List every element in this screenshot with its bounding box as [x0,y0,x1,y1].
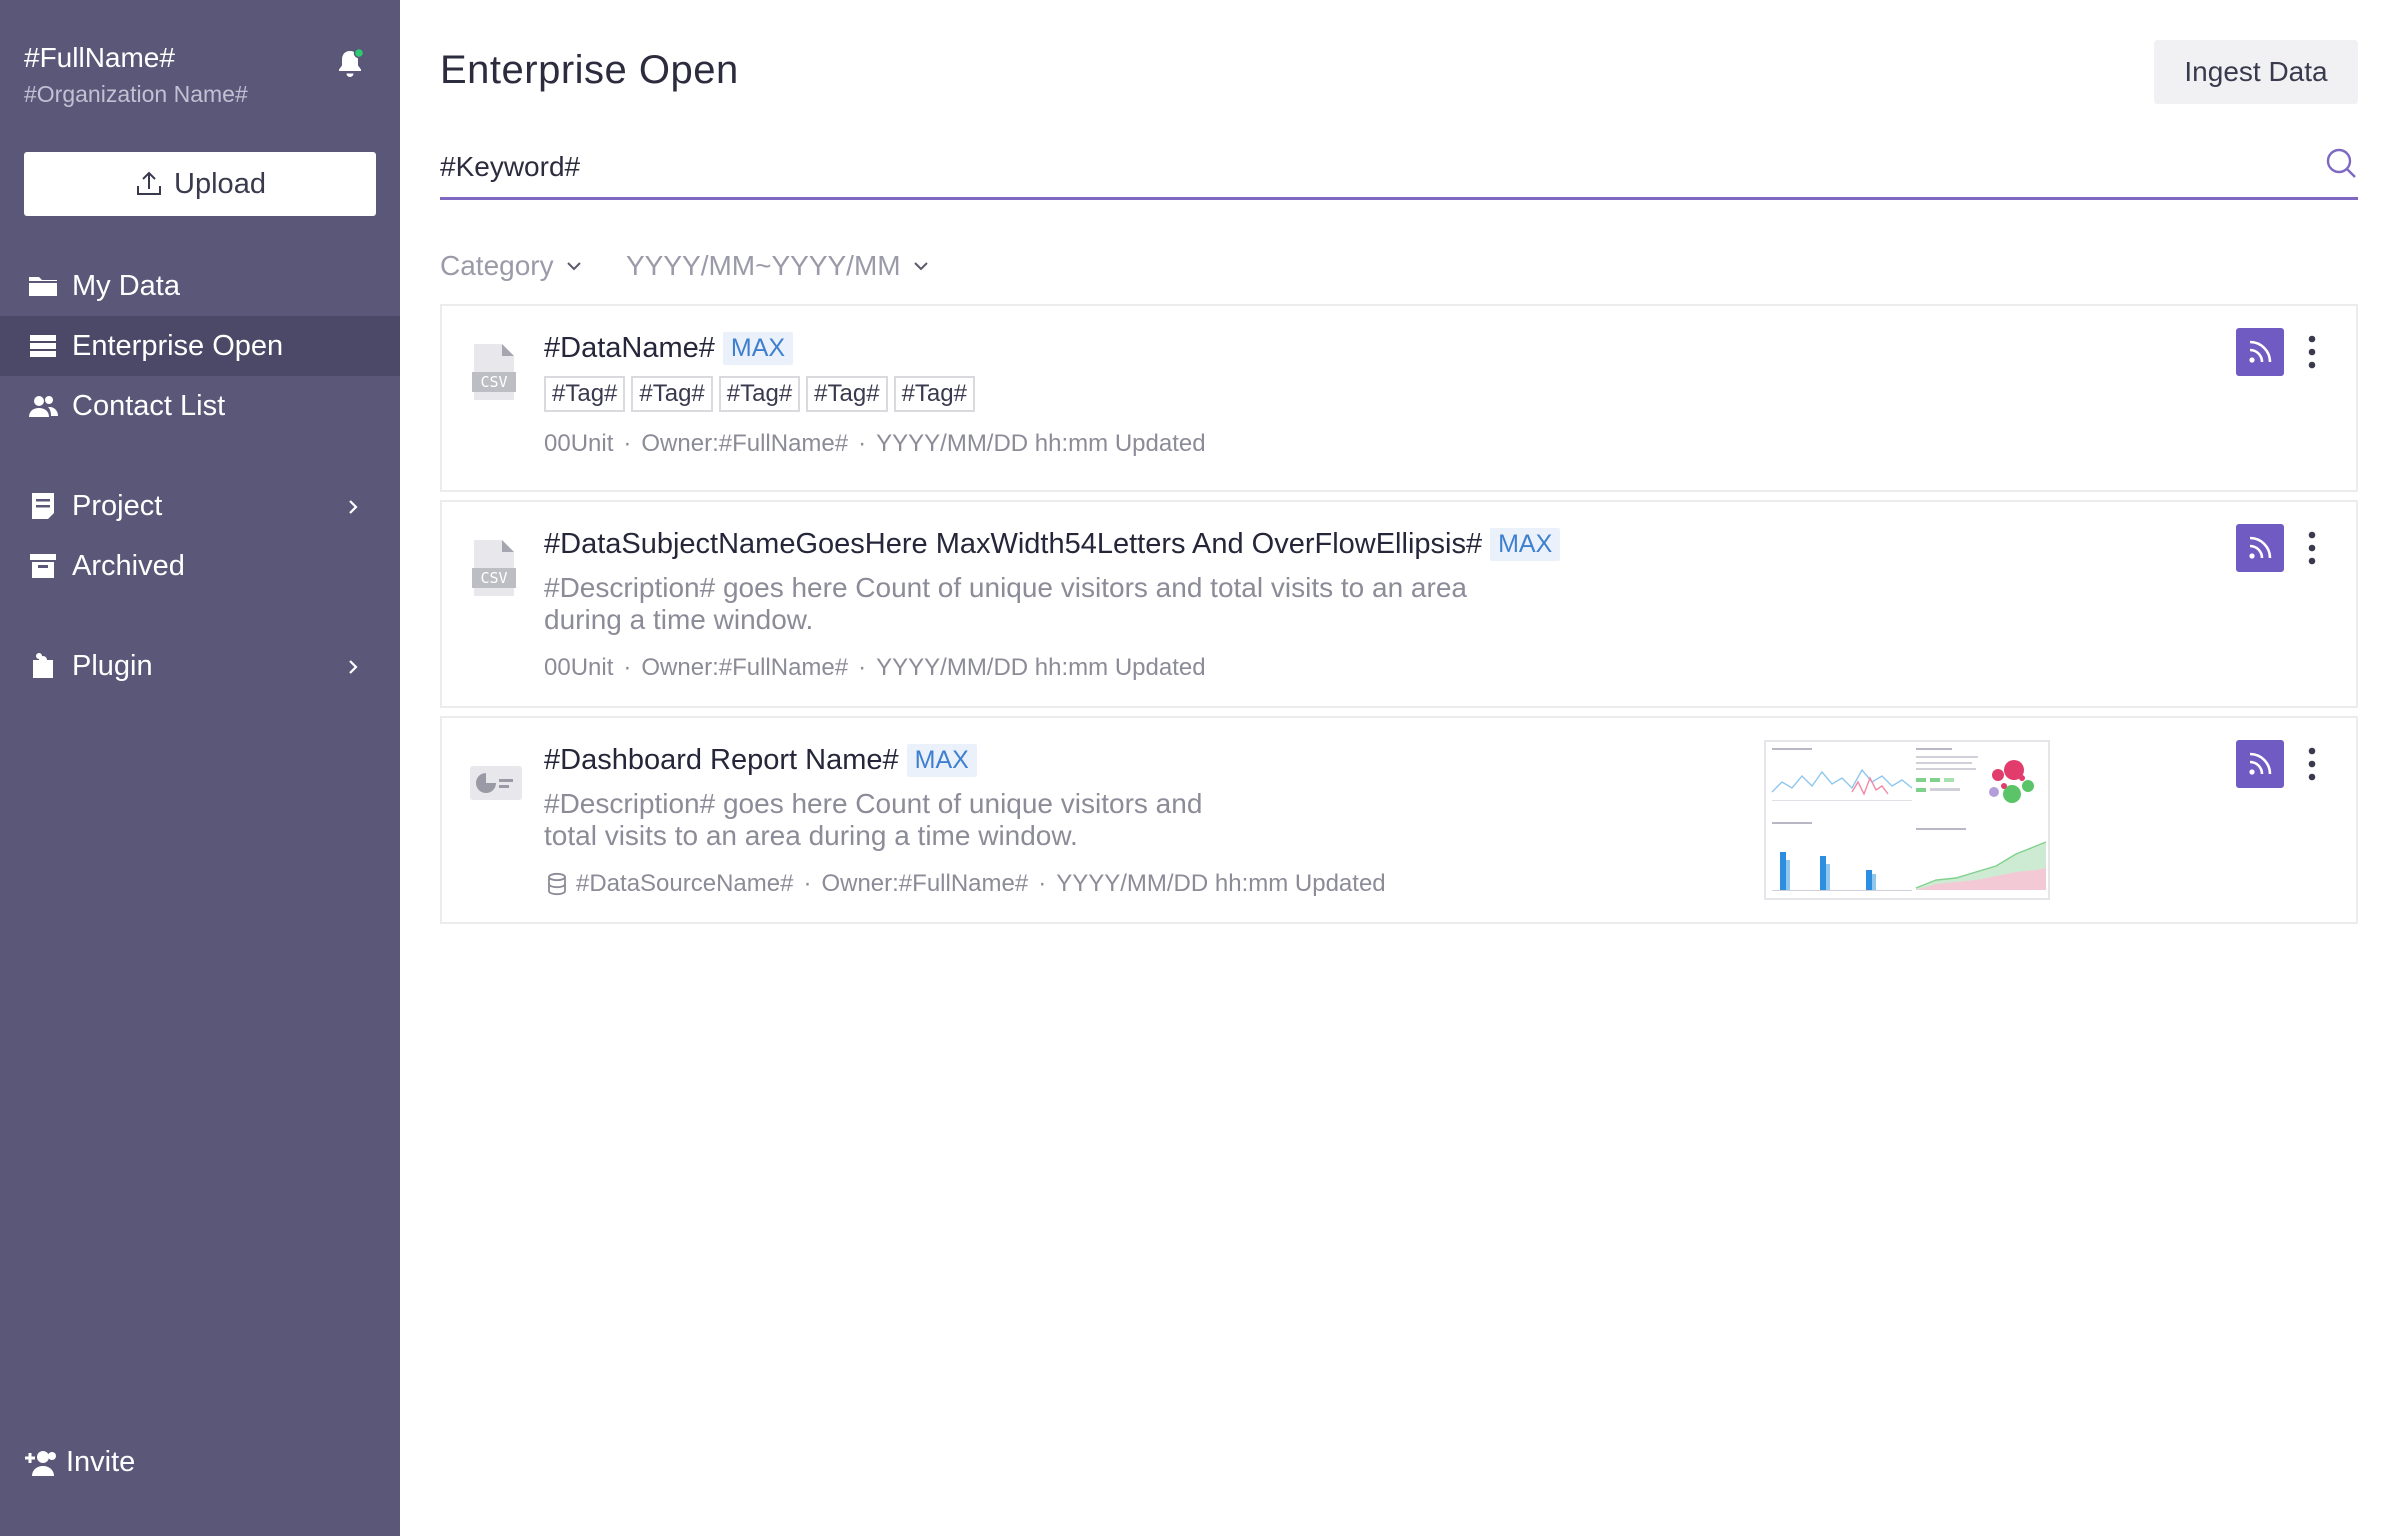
page-title: Enterprise Open [440,48,739,92]
upload-button[interactable]: Upload [24,152,376,216]
max-badge: MAX [906,744,977,777]
sidebar-item-my-data[interactable]: My Data [0,256,400,316]
item-description-line: #Description# goes here Count of unique … [544,788,1203,819]
upload-icon [137,171,162,195]
sidebar-item-label: Plugin [72,649,153,682]
sidebar-item-label: Archived [72,549,185,582]
rss-icon [2249,536,2272,559]
item-updated: YYYY/MM/DD hh:mm Updated [876,654,1206,681]
chevron-down-icon [566,262,581,271]
notification-bell-icon[interactable] [333,46,367,80]
item-meta: 00Unit · Owner:#FullName# · YYYY/MM/DD h… [544,430,1206,457]
item-title[interactable]: #Dashboard Report Name# [544,744,899,777]
item-meta: 00Unit · Owner:#FullName# · YYYY/MM/DD h… [544,654,1206,681]
item-owner: Owner:#FullName# [641,430,849,457]
sidebar-item-archived[interactable]: Archived [0,536,400,596]
category-filter[interactable]: Category [440,250,584,282]
add-person-icon [25,1450,56,1476]
item-updated: YYYY/MM/DD hh:mm Updated [1056,870,1386,897]
sidebar-item-enterprise-open[interactable]: Enterprise Open [0,316,400,376]
list-icon [26,329,60,363]
contacts-icon [26,389,60,423]
ingest-data-button[interactable]: Ingest Data [2154,40,2358,104]
item-title[interactable]: #DataSubjectNameGoesHere MaxWidth54Lette… [544,528,1482,561]
chevron-down-icon [913,262,928,271]
sidebar-item-plugin[interactable]: Plugin [0,636,400,696]
subscribe-button[interactable] [2236,524,2284,572]
sidebar-item-label: Contact List [72,389,226,422]
sidebar-item-label: Enterprise Open [72,329,284,362]
date-range-filter-label: YYYY/MM~YYYY/MM [626,250,901,281]
item-updated: YYYY/MM/DD hh:mm Updated [876,430,1206,457]
max-badge: MAX [1490,528,1561,561]
invite-button[interactable]: Invite [22,1446,135,1479]
item-title[interactable]: #DataName# [544,332,715,365]
file-type-label: CSV [480,373,507,391]
sidebar-item-project[interactable]: Project [0,476,400,536]
sidebar-item-label: My Data [72,269,180,302]
item-meta: #DataSourceName# · Owner:#FullName# · YY… [544,870,1386,898]
item-description: #Description# goes here Count of unique … [544,788,1202,852]
more-options-icon[interactable] [2300,744,2324,784]
item-owner: Owner:#FullName# [641,654,849,681]
item-description-line: total visits to an area during a time wi… [544,820,1078,851]
puzzle-icon [26,649,60,683]
upload-label: Upload [174,167,266,200]
max-badge: MAX [722,332,794,365]
list-item[interactable]: #Dashboard Report Name# MAX #Description… [440,716,2358,924]
tag[interactable]: #Tag# [544,376,626,412]
more-options-icon[interactable] [2300,332,2324,372]
sidebar-item-label: Project [72,489,163,522]
tag[interactable]: #Tag# [631,376,713,412]
rss-icon [2249,340,2272,363]
tag[interactable]: #Tag# [893,376,975,412]
organization-name: #Organization Name# [24,81,248,107]
search-bar [440,136,2358,200]
chevron-right-icon [342,494,364,518]
dashboard-icon [468,752,524,812]
document-icon [26,489,60,523]
invite-label: Invite [66,1446,136,1478]
item-description-line: during a time window. [544,604,814,635]
tag[interactable]: #Tag# [806,376,888,412]
sidebar: #FullName# #Organization Name# Upload My… [0,0,400,1536]
file-type-label: CSV [480,569,507,587]
more-options-icon[interactable] [2300,528,2324,568]
csv-file-icon: CSV [470,538,518,598]
folder-icon [26,269,60,303]
search-icon[interactable] [2324,146,2358,180]
dashboard-thumbnail[interactable] [1764,740,2050,900]
category-filter-label: Category [440,250,554,281]
date-range-filter[interactable]: YYYY/MM~YYYY/MM [626,250,931,282]
item-units: 00Unit [544,430,614,457]
item-description: #Description# goes here Count of unique … [544,572,1467,636]
archive-icon [26,549,60,583]
subscribe-button[interactable] [2236,740,2284,788]
item-data-source: #DataSourceName# [576,870,794,897]
subscribe-button[interactable] [2236,328,2284,376]
chevron-right-icon [342,654,364,678]
list-item[interactable]: CSV #DataName# MAX #Tag# #Tag# #Tag# #Ta… [440,304,2358,492]
tag[interactable]: #Tag# [718,376,801,412]
search-input[interactable] [440,140,2280,194]
csv-file-icon: CSV [470,342,518,402]
rss-icon [2249,752,2272,775]
sidebar-item-contact-list[interactable]: Contact List [0,376,400,436]
item-description-line: #Description# goes here Count of unique … [544,572,1467,603]
list-item[interactable]: CSV #DataSubjectNameGoesHere MaxWidth54L… [440,500,2358,708]
database-icon [548,872,566,896]
item-owner: Owner:#FullName# [821,870,1029,897]
item-units: 00Unit [544,654,614,681]
tag-list: #Tag# #Tag# #Tag# #Tag# #Tag# [544,376,975,412]
user-name: #FullName# [24,42,175,73]
